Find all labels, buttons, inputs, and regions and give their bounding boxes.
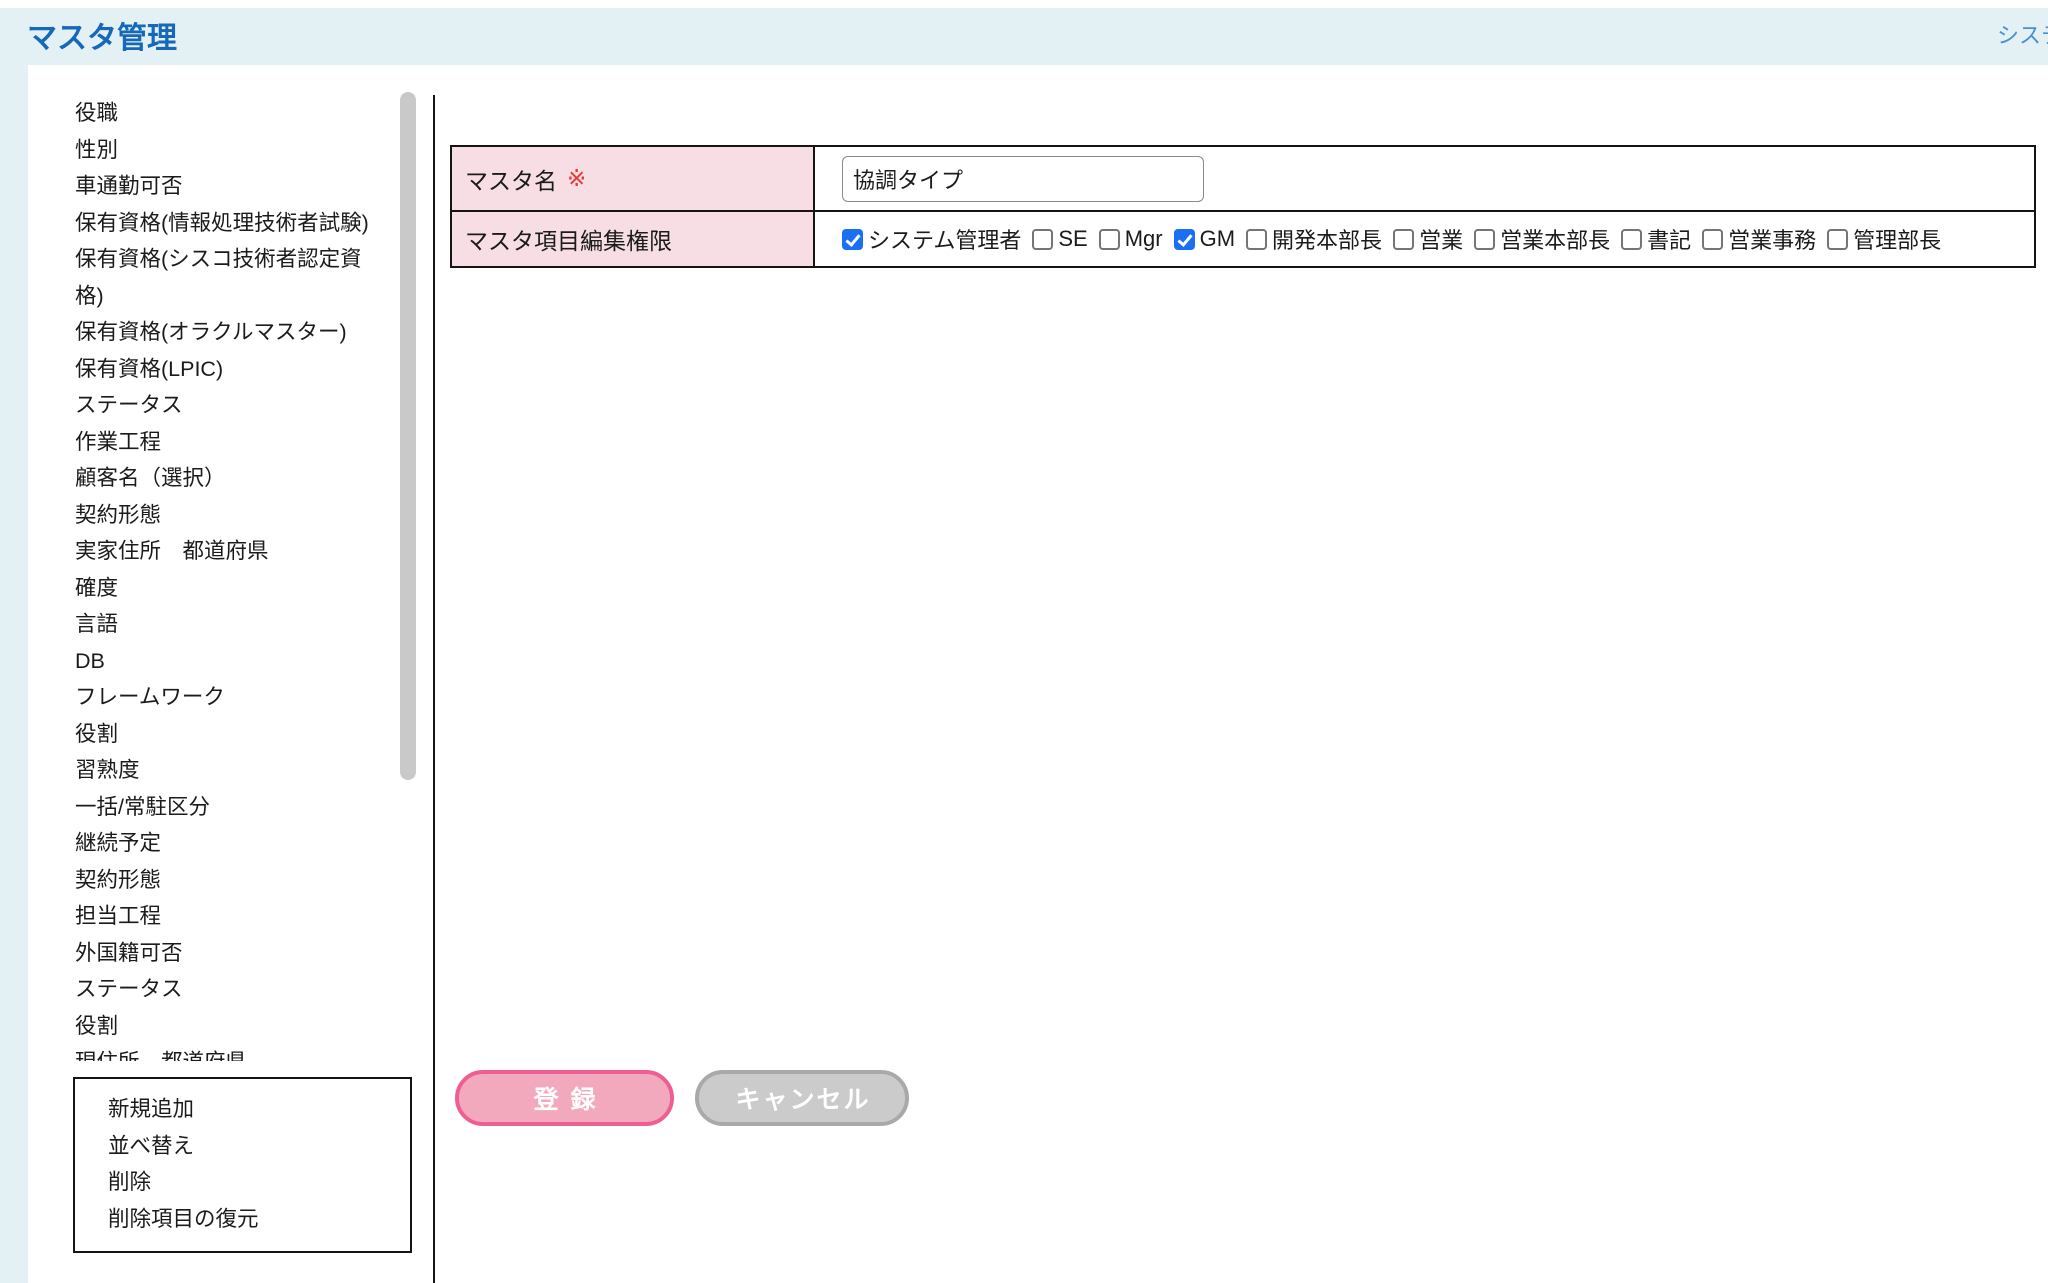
sidebar-item[interactable]: 車通勤可否 xyxy=(28,168,387,205)
permission-option-label: 営業本部長 xyxy=(1500,223,1610,255)
permission-option[interactable]: 営業本部長 xyxy=(1474,223,1610,255)
sidebar-action-menu: 新規追加並べ替え削除削除項目の復元 xyxy=(73,1077,412,1253)
permission-option-label: Mgr xyxy=(1125,226,1163,252)
sidebar-item[interactable]: 担当工程 xyxy=(28,898,387,935)
page-title: マスタ管理 xyxy=(27,13,177,57)
permission-option-label: システム管理者 xyxy=(868,223,1021,255)
sidebar-item[interactable]: 役割 xyxy=(28,716,387,753)
sidebar-item[interactable]: 作業工程 xyxy=(28,424,387,461)
header xyxy=(0,8,2048,65)
checkbox-unchecked-icon[interactable] xyxy=(1393,229,1414,250)
sidebar-item[interactable]: 保有資格(LPIC) xyxy=(28,351,387,388)
register-button[interactable]: 登録 xyxy=(455,1070,674,1126)
master-name-label: マスタ名 xyxy=(465,162,557,196)
sidebar-menu-item[interactable]: 削除項目の復元 xyxy=(75,1201,410,1238)
sidebar-item[interactable]: 役職 xyxy=(28,95,387,132)
left-margin-strip xyxy=(0,65,28,1283)
permission-option-label: 書記 xyxy=(1647,223,1691,255)
checkbox-unchecked-icon[interactable] xyxy=(1827,229,1848,250)
permission-option-label: SE xyxy=(1058,226,1087,252)
cancel-button[interactable]: キャンセル xyxy=(695,1070,909,1126)
sidebar-item[interactable]: 言語 xyxy=(28,606,387,643)
permission-option[interactable]: 書記 xyxy=(1621,223,1691,255)
permission-option[interactable]: Mgr xyxy=(1099,226,1163,252)
sidebar-item[interactable]: 一括/常駐区分 xyxy=(28,789,387,826)
sidebar-item[interactable]: 契約形態 xyxy=(28,497,387,534)
permission-option[interactable]: SE xyxy=(1032,226,1087,252)
checkbox-unchecked-icon[interactable] xyxy=(1032,229,1053,250)
permission-option[interactable]: 営業事務 xyxy=(1702,223,1816,255)
sidebar-item[interactable]: ステータス xyxy=(28,971,387,1008)
sidebar-item[interactable]: 継続予定 xyxy=(28,825,387,862)
sidebar-item[interactable]: ステータス xyxy=(28,387,387,424)
permission-option[interactable]: システム管理者 xyxy=(842,223,1021,255)
sidebar-item[interactable]: 現住所 都道府県 xyxy=(28,1044,387,1061)
required-mark: ※ xyxy=(567,165,586,192)
checkbox-unchecked-icon[interactable] xyxy=(1246,229,1267,250)
checkbox-checked-icon[interactable] xyxy=(1174,229,1195,250)
master-name-row: マスタ名 ※ xyxy=(452,147,2034,212)
permissions-group: システム管理者 SE Mgr GM 開発本部長 営業 営業本部長 書記 営業事務 管理部長 xyxy=(815,212,2034,266)
sidebar-item[interactable]: 役割 xyxy=(28,1008,387,1045)
permission-option[interactable]: 開発本部長 xyxy=(1246,223,1382,255)
master-management-page: マスタ管理 システ 役職性別車通勤可否保有資格(情報処理技術者試験)保有資格(シ… xyxy=(0,0,2048,1283)
sidebar-item[interactable]: 実家住所 都道府県 xyxy=(28,533,387,570)
sidebar-menu-item[interactable]: 並べ替え xyxy=(75,1128,410,1165)
sidebar-menu-item[interactable]: 削除 xyxy=(75,1164,410,1201)
master-name-input[interactable] xyxy=(842,156,1204,202)
sidebar-scrollbar-thumb[interactable] xyxy=(400,92,416,780)
checkbox-unchecked-icon[interactable] xyxy=(1099,229,1120,250)
sidebar-item[interactable]: フレームワーク xyxy=(28,679,387,716)
checkbox-unchecked-icon[interactable] xyxy=(1474,229,1495,250)
permission-option-label: 営業 xyxy=(1419,223,1463,255)
checkbox-checked-icon[interactable] xyxy=(842,229,863,250)
checkbox-unchecked-icon[interactable] xyxy=(1702,229,1723,250)
header-user-link[interactable]: システ xyxy=(1997,18,2048,50)
sidebar-item[interactable]: 顧客名（選択） xyxy=(28,460,387,497)
sidebar-item[interactable]: 契約形態 xyxy=(28,862,387,899)
master-edit-form: マスタ名 ※ マスタ項目編集権限 システム管理者 SE Mgr GM 開発本部長 営業 営業… xyxy=(450,145,2036,268)
permission-option-label: 営業事務 xyxy=(1728,223,1816,255)
sidebar-item[interactable]: 性別 xyxy=(28,132,387,169)
sidebar-item[interactable]: 保有資格(情報処理技術者試験) xyxy=(28,205,387,242)
permission-label-cell: マスタ項目編集権限 xyxy=(452,212,815,266)
sidebar-item[interactable]: 保有資格(シスコ技術者認定資格) xyxy=(28,241,387,314)
permission-option[interactable]: 管理部長 xyxy=(1827,223,1941,255)
sidebar-item[interactable]: 習熟度 xyxy=(28,752,387,789)
permission-option-label: 管理部長 xyxy=(1853,223,1941,255)
permission-option-label: 開発本部長 xyxy=(1272,223,1382,255)
sidebar-menu-item[interactable]: 新規追加 xyxy=(75,1091,410,1128)
permission-row: マスタ項目編集権限 システム管理者 SE Mgr GM 開発本部長 営業 営業本部長 書記 営業… xyxy=(452,212,2034,266)
master-name-label-cell: マスタ名 ※ xyxy=(452,147,815,210)
permission-option-label: GM xyxy=(1200,226,1235,252)
master-list: 役職性別車通勤可否保有資格(情報処理技術者試験)保有資格(シスコ技術者認定資格)… xyxy=(28,95,394,1061)
sidebar-item[interactable]: 確度 xyxy=(28,570,387,607)
checkbox-unchecked-icon[interactable] xyxy=(1621,229,1642,250)
master-name-value-cell xyxy=(815,147,2034,210)
permission-label: マスタ項目編集権限 xyxy=(465,222,672,256)
vertical-divider xyxy=(433,95,435,1283)
sidebar-item[interactable]: 外国籍可否 xyxy=(28,935,387,972)
sidebar-item[interactable]: 保有資格(オラクルマスター) xyxy=(28,314,387,351)
sidebar-item[interactable]: DB xyxy=(28,643,387,680)
permission-option[interactable]: 営業 xyxy=(1393,223,1463,255)
permission-option[interactable]: GM xyxy=(1174,226,1235,252)
